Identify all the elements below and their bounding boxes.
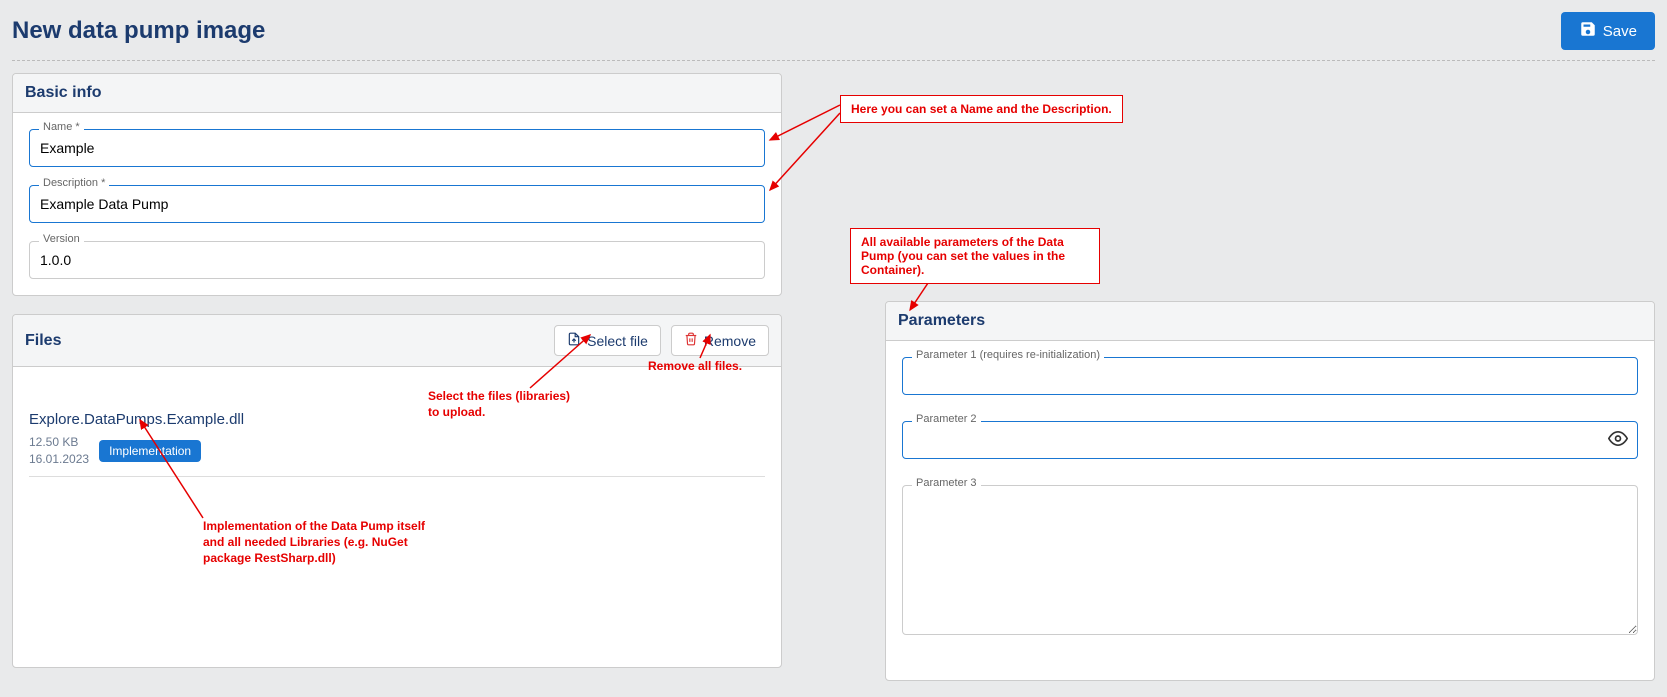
file-size: 12.50 KB (29, 434, 89, 451)
page-title: New data pump image (12, 17, 265, 45)
parameters-card: Parameters Parameter 1 (requires re-init… (885, 301, 1655, 681)
file-item: Explore.DataPumps.Example.dll 12.50 KB 1… (29, 411, 765, 477)
file-name: Explore.DataPumps.Example.dll (29, 411, 765, 428)
save-button[interactable]: Save (1561, 12, 1655, 50)
file-upload-icon (567, 332, 581, 349)
file-date: 16.01.2023 (29, 451, 89, 468)
select-file-label: Select file (587, 333, 648, 349)
files-card-title: Files (25, 332, 61, 350)
remove-label: Remove (704, 333, 756, 349)
parameter-2-field[interactable] (902, 421, 1638, 459)
parameter-3-field[interactable] (902, 485, 1638, 635)
remove-button[interactable]: Remove (671, 325, 769, 356)
implementation-chip: Implementation (99, 440, 201, 462)
name-field[interactable] (29, 129, 765, 167)
save-button-label: Save (1603, 23, 1637, 40)
description-field-label: Description * (39, 177, 109, 189)
name-field-label: Name * (39, 121, 84, 133)
version-field-label: Version (39, 233, 84, 245)
parameter-3-label: Parameter 3 (912, 477, 981, 489)
description-field[interactable] (29, 185, 765, 223)
basic-info-card: Basic info Name * Description * Version (12, 73, 782, 296)
select-file-button[interactable]: Select file (554, 325, 661, 356)
annotation-select-files: Select the files (libraries) to upload. (428, 388, 578, 420)
eye-icon[interactable] (1608, 429, 1628, 452)
save-icon (1579, 20, 1597, 42)
parameter-1-field[interactable] (902, 357, 1638, 395)
basic-info-card-title: Basic info (13, 74, 781, 113)
trash-icon (684, 332, 698, 349)
parameters-card-title: Parameters (886, 302, 1654, 341)
version-field[interactable] (29, 241, 765, 279)
parameter-1-label: Parameter 1 (requires re-initialization) (912, 349, 1104, 361)
annotation-implementation: Implementation of the Data Pump itself a… (203, 518, 433, 567)
header-divider (12, 60, 1655, 61)
annotation-remove-all: Remove all files. (648, 358, 742, 374)
parameter-2-label: Parameter 2 (912, 413, 981, 425)
annotation-name-description: Here you can set a Name and the Descript… (840, 95, 1123, 123)
annotation-parameters: All available parameters of the Data Pum… (850, 228, 1100, 284)
